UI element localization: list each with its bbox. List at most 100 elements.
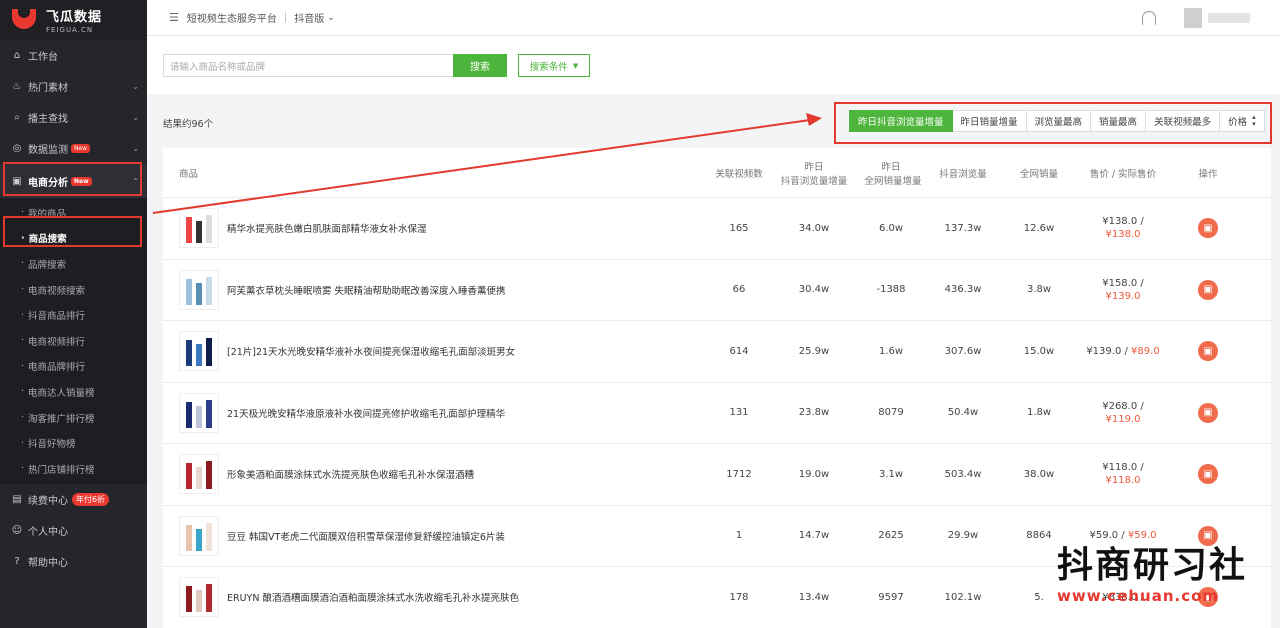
sidebar-item-workbench[interactable]: ⌂ 工作台	[0, 40, 147, 71]
product-thumbnail[interactable]	[179, 331, 219, 372]
product-thumbnail[interactable]	[179, 577, 219, 618]
shop-bag-icon[interactable]: ▣	[1198, 525, 1218, 546]
product-name[interactable]: 豆豆 韩国VT老虎二代面膜双倍积雪草保湿修复舒缓控油镇定6片装	[227, 529, 505, 543]
price-cell: ¥268.0 /¥119.0	[1068, 400, 1178, 426]
sidebar-subitem-product-ranking[interactable]: · 抖音商品排行	[0, 302, 147, 328]
videos-cell: 614	[729, 345, 749, 357]
thumbnail-shape	[186, 586, 192, 613]
sidebar-subitem-video-ranking[interactable]: · 电商视频排行	[0, 328, 147, 354]
thumbnail-shape	[196, 528, 202, 551]
shop-bag-icon[interactable]: ▣	[1198, 402, 1218, 423]
logo-name: 飞瓜数据	[46, 10, 103, 25]
watermark: 抖商研习社 www.cehuan.com	[1057, 545, 1267, 605]
ops-cell: ▣	[1178, 464, 1238, 485]
search-icon: ⌕	[14, 112, 20, 123]
price-cell: ¥59.0 / ¥59.0	[1068, 529, 1178, 542]
product-thumbnail[interactable]	[179, 392, 219, 433]
shop-bag-icon[interactable]: ▣	[1198, 341, 1218, 362]
watermark-url: www.cehuan.com	[1057, 587, 1220, 605]
product-name[interactable]: 21天极光晚安精华液原液补水夜间提亮修护收缩毛孔面部护理精华	[227, 406, 505, 420]
table-row[interactable]: [21片]21天水光晚安精华液补水夜间提亮保湿收缩毛孔面部淡斑男女 614 25…	[163, 321, 1271, 383]
search-panel: 请输入商品名称或品牌 搜索 搜索条件 ▼	[147, 36, 1280, 94]
ops-cell: ▣	[1178, 402, 1238, 423]
product-name[interactable]: [21片]21天水光晚安精华液补水夜间提亮保湿收缩毛孔面部淡斑男女	[227, 344, 515, 358]
sidebar-item-profile[interactable]: ☺ 个人中心	[0, 515, 147, 546]
header-total-views: 抖音浏览量	[939, 168, 987, 180]
thumbnail-shape	[196, 282, 202, 305]
annotation-box-product-search	[3, 216, 142, 247]
actual-price: ¥89.0	[1131, 345, 1160, 357]
product-thumbnail[interactable]	[179, 269, 219, 310]
sidebar-subitem-label: 电商视频排行	[28, 336, 86, 348]
sidebar-subitem-shop-ranking[interactable]: · 热门店铺排行榜	[0, 456, 147, 482]
search-conditions-dropdown[interactable]: 搜索条件 ▼	[518, 54, 590, 77]
chevron-down-icon: ⌄	[132, 144, 139, 153]
annotation-box-sort-tabs	[834, 102, 1272, 144]
sidebar-subitem-affiliate-ranking[interactable]: · 淘客推广排行榜	[0, 405, 147, 431]
monitor-icon: ◎	[12, 143, 22, 154]
price-col: ¥138.0 /¥138.0	[1068, 215, 1178, 241]
table-row[interactable]: 阿芙薰衣草枕头睡眠喷雾 失眠精油帮助助眠改善深度入睡香薰便携 66 30.4w …	[163, 260, 1271, 321]
sidebar-item-monitoring[interactable]: ◎ 数据监测 New ⌄	[0, 133, 147, 164]
username-blurred[interactable]	[1208, 13, 1250, 23]
top-header: ☰ 短视频生态服务平台 | 抖音版 ⌄	[147, 0, 1280, 36]
list-price: ¥138.0 /	[1102, 216, 1144, 228]
product-cell: [21片]21天水光晚安精华液补水夜间提亮保湿收缩毛孔面部淡斑男女	[163, 331, 698, 372]
search-button[interactable]: 搜索	[453, 54, 507, 77]
ops-cell: ▣	[1178, 341, 1238, 362]
header-product: 商品	[179, 168, 199, 180]
product-thumbnail[interactable]	[179, 515, 219, 556]
thumbnail-shape	[186, 524, 192, 551]
sidebar-subitem-brand-ranking[interactable]: · 电商品牌排行	[0, 354, 147, 380]
headset-icon[interactable]	[1142, 11, 1156, 25]
sidebar-subitem-influencer-sales[interactable]: · 电商达人销量榜	[0, 379, 147, 405]
table-row[interactable]: 形象美酒粕面膜涂抹式水洗提亮肤色收缩毛孔补水保湿酒糟 1712 19.0w 3.…	[163, 444, 1271, 506]
product-thumbnail[interactable]	[179, 208, 219, 249]
shop-bag-icon[interactable]: ▣	[1198, 279, 1218, 300]
sidebar-subitem-video-search[interactable]: · 电商视频搜索	[0, 277, 147, 303]
thumbnail-shape	[196, 344, 202, 367]
sidebar-item-label: 播主查找	[28, 114, 68, 125]
product-cell: ERUYN 酿酒酒糟面膜酒泊酒粕面膜涂抹式水洗收缩毛孔补水提亮肤色	[163, 577, 698, 618]
thumbnail-shape	[206, 522, 212, 551]
chevron-down-icon: ⌄	[132, 82, 139, 91]
views-increase-cell: 23.8w	[798, 407, 830, 419]
version-switcher[interactable]: 抖音版	[294, 10, 324, 25]
videos-cell: 165	[729, 222, 749, 234]
search-input[interactable]: 请输入商品名称或品牌	[163, 54, 453, 77]
menu-icon[interactable]: ☰	[169, 11, 179, 24]
videos-cell: 1712	[726, 468, 752, 480]
sales-increase-cell: 9597	[878, 591, 904, 603]
actual-price: ¥138.0	[1105, 229, 1141, 241]
actual-price: ¥139.0	[1105, 290, 1141, 302]
sidebar-item-help[interactable]: ? 帮助中心	[0, 546, 147, 577]
product-name[interactable]: ERUYN 酿酒酒糟面膜酒泊酒粕面膜涂抹式水洗收缩毛孔补水提亮肤色	[227, 590, 519, 604]
shop-bag-icon[interactable]: ▣	[1198, 464, 1218, 485]
sales-increase-cell: -1388	[876, 284, 906, 296]
sidebar-item-streamer-search[interactable]: ⌕ 播主查找 ⌄	[0, 102, 147, 133]
sidebar-item-renewal[interactable]: ▤ 续费中心 年付6折	[0, 484, 147, 515]
shop-bag-icon[interactable]: ▣	[1198, 218, 1218, 239]
total-views-cell: 50.4w	[947, 407, 979, 419]
home-icon: ⌂	[13, 50, 21, 61]
sidebar-subitem-label: 电商达人销量榜	[28, 387, 95, 399]
thumbnail-shape	[186, 340, 192, 367]
product-name[interactable]: 精华水提亮肤色嫩白肌肤面部精华液女补水保湿	[227, 221, 427, 235]
sidebar-item-hot-material[interactable]: ♨ 热门素材 ⌄	[0, 71, 147, 102]
product-name[interactable]: 阿芙薰衣草枕头睡眠喷雾 失眠精油帮助助眠改善深度入睡香薰便携	[227, 283, 506, 297]
avatar[interactable]	[1184, 8, 1202, 28]
product-cell: 形象美酒粕面膜涂抹式水洗提亮肤色收缩毛孔补水保湿酒糟	[163, 454, 698, 495]
product-name[interactable]: 形象美酒粕面膜涂抹式水洗提亮肤色收缩毛孔补水保湿酒糟	[227, 467, 474, 481]
table-row[interactable]: 21天极光晚安精华液原液补水夜间提亮修护收缩毛孔面部护理精华 131 23.8w…	[163, 383, 1271, 444]
total-views-cell: 307.6w	[944, 345, 982, 357]
product-thumbnail[interactable]	[179, 454, 219, 495]
sidebar-subitem-good-items[interactable]: · 抖音好物榜	[0, 430, 147, 456]
videos-cell: 1	[735, 530, 743, 542]
product-cell: 阿芙薰衣草枕头睡眠喷雾 失眠精油帮助助眠改善深度入睡香薰便携	[163, 269, 698, 310]
table-row[interactable]: 精华水提亮肤色嫩白肌肤面部精华液女补水保湿 165 34.0w 6.0w 137…	[163, 198, 1271, 260]
sidebar-subitem-brand-search[interactable]: · 品牌搜索	[0, 251, 147, 277]
sales-increase-cell: 8079	[878, 407, 904, 419]
price-cell: ¥118.0 /¥118.0	[1068, 461, 1178, 487]
sidebar-item-label: 工作台	[28, 52, 58, 63]
logo[interactable]: 飞瓜数据 FEIGUA.CN	[0, 0, 147, 40]
